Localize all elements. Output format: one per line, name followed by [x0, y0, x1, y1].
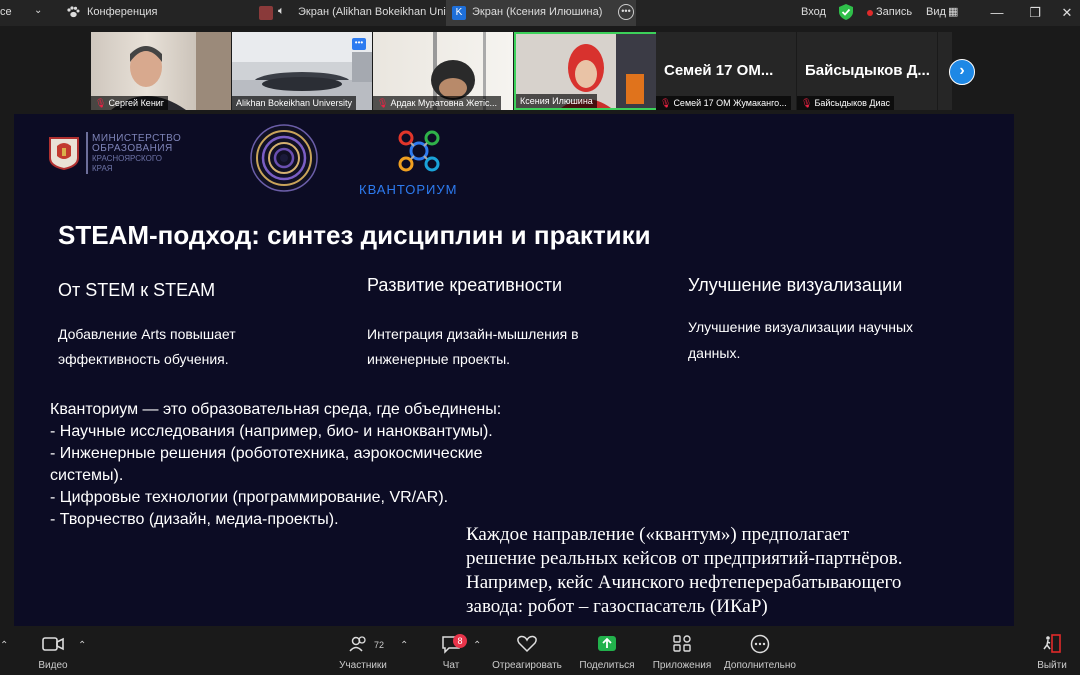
participant-tile[interactable]: Байсыдыков Д... 🎙︎ Байсыдыков Диас — [797, 32, 937, 110]
paw-icon — [66, 5, 80, 19]
share-screen-button[interactable]: Поделиться — [576, 628, 638, 675]
spiral-logo-icon — [250, 124, 318, 192]
share-arrow-icon — [576, 634, 638, 660]
logo-divider — [86, 132, 88, 174]
participants-count: 72 — [374, 640, 385, 650]
participant-name: 🎙︎ Семей 17 ОМ Жумаканго... — [656, 96, 791, 110]
close-button[interactable]: ✕ — [1052, 3, 1080, 23]
shared-slide: МИНИСТЕРСТВО ОБРАЗОВАНИЯ КРАСНОЯРСКОГО К… — [14, 114, 1014, 626]
record-dot-icon — [867, 10, 873, 16]
video-camera-icon — [30, 634, 76, 660]
view-button[interactable]: Вид — [926, 6, 946, 18]
tab-screen-kseniya[interactable]: K Экран (Ксения Илюшина) ••• — [446, 0, 636, 26]
participant-gallery: 🎙︎ Сергей Кениг ••• Alikhan Bokeikhan Uni… — [0, 26, 1080, 114]
participant-name: Ксения Илюшина — [516, 94, 597, 108]
chevron-up-icon[interactable]: ⌃ — [0, 640, 8, 651]
participant-tile[interactable]: 🎙︎ Ардак Муратовна Жетіс... — [373, 32, 513, 110]
participant-name: Alikhan Bokeikhan University — [232, 96, 357, 110]
participants-button[interactable]: Участники — [336, 628, 390, 675]
participant-name: 🎙︎ Байсыдыков Диас — [797, 96, 895, 110]
signin-link[interactable]: Вход — [801, 6, 826, 18]
exit-door-icon — [1034, 634, 1070, 660]
maximize-button[interactable]: ❐ — [1020, 3, 1050, 23]
title-bar: ce ⌄ Конференция 🔈︎ Экран (Alikhan Bokei… — [0, 0, 1080, 26]
app-letter-icon: K — [452, 6, 466, 20]
record-label[interactable]: Запись — [876, 6, 912, 18]
slide-title: STEAM-подход: синтез дисциплин и практик… — [58, 220, 651, 250]
meeting-label: Конференция — [87, 6, 158, 18]
participant-tile-active[interactable]: Ксения Илюшина — [514, 32, 658, 110]
participant-tile[interactable]: ••• Alikhan Bokeikhan University — [232, 32, 372, 110]
paragraph-line: завода: робот – газоспасатель (ИКаР) — [466, 596, 768, 617]
tab-label: Экран (Alikhan Bokeikhan Univer — [298, 6, 462, 18]
apps-icon — [650, 634, 714, 660]
next-page-arrow-icon[interactable]: › — [949, 59, 975, 85]
kvantorium-logo-text: КВАНТОРИУМ — [359, 182, 458, 197]
paragraph-line: Например, кейс Ачинского нефтеперерабаты… — [466, 572, 902, 593]
video-button[interactable]: Видео — [30, 628, 76, 675]
col1-heading: От STEM к STEAM — [58, 280, 216, 300]
participant-name: 🎙︎ Сергей Кениг — [91, 96, 169, 110]
participant-tile[interactable]: Семей 17 ОМ... 🎙︎ Семей 17 ОМ Жумаканго..… — [656, 32, 796, 110]
list-item: Кванториум — это образовательная среда, … — [50, 401, 502, 418]
list-item: - Инженерные решения (робототехника, аэр… — [50, 445, 483, 462]
paragraph-line: решение реальных кейсов от предприятий-п… — [466, 548, 903, 569]
heart-icon — [490, 634, 564, 660]
list-item: - Научные исследования (например, био- и… — [50, 423, 493, 440]
chat-unread-badge: 8 — [453, 634, 467, 648]
more-dots-icon — [722, 634, 798, 660]
participants-options-chevron-icon[interactable]: ⌃ — [400, 640, 408, 651]
list-item: системы). — [50, 467, 124, 484]
apps-button[interactable]: Приложения — [650, 628, 714, 675]
video-options-chevron-icon[interactable]: ⌃ — [78, 640, 86, 651]
options-icon[interactable]: ••• — [352, 38, 366, 50]
participant-big-name: Байсыдыков Д... — [805, 62, 930, 79]
col2-text-1: Интеграция дизайн-мышления в — [367, 326, 579, 342]
meeting-toolbar: ⌃ Видео ⌃ Участники 72 ⌃ Чат 8 ⌃ Отреаги… — [0, 628, 1080, 675]
col2-heading: Развитие креативности — [367, 275, 563, 295]
col1-text-1: Добавление Arts повышает — [58, 326, 236, 342]
list-item: - Творчество (дизайн, медиа-проекты). — [50, 511, 339, 528]
col3-heading: Улучшение визуализации — [688, 275, 903, 295]
more-button[interactable]: Дополнительно — [722, 628, 798, 675]
more-icon[interactable]: ••• — [618, 4, 634, 20]
title-fragment: ce — [0, 6, 12, 18]
case-paragraph: Каждое направление («квантум») предполаг… — [466, 523, 902, 619]
chat-options-chevron-icon[interactable]: ⌃ — [473, 640, 481, 651]
tab-screen-alikhan[interactable]: 🔈︎ Экран (Alikhan Bokeikhan Univer — [252, 0, 461, 26]
participant-name: 🎙︎ Ардак Муратовна Жетіс... — [373, 96, 502, 110]
react-button[interactable]: Отреагировать — [490, 628, 564, 675]
tab-label: Экран (Ксения Илюшина) — [472, 6, 603, 18]
app-icon — [259, 6, 273, 20]
ministry-logo-text: МИНИСТЕРСТВО ОБРАЗОВАНИЯ КРАСНОЯРСКОГО К… — [92, 133, 182, 174]
grid-icon[interactable]: ▦ — [948, 5, 958, 18]
paragraph-line: Каждое направление («квантум») предполаг… — [466, 524, 850, 545]
participant-tile[interactable]: 🎙︎ Сергей Кениг — [91, 32, 231, 110]
kvantorium-list: Кванториум — это образовательная среда, … — [50, 399, 501, 531]
list-item: - Цифровые технологии (программирование,… — [50, 489, 449, 506]
shield-check-icon[interactable] — [839, 4, 853, 23]
col3-text-1: Улучшение визуализации научных — [688, 319, 914, 335]
speaker-icon: 🔈︎ — [278, 5, 285, 17]
col2-text-2: инженерные проекты. — [367, 351, 511, 367]
col1-text-2: эффективность обучения. — [58, 351, 229, 367]
minimize-button[interactable]: — — [982, 3, 1012, 23]
participant-big-name: Семей 17 ОМ... — [664, 62, 774, 79]
kvantorium-logo-icon — [394, 126, 444, 176]
leave-button[interactable]: Выйти — [1034, 628, 1070, 675]
col3-text-2: данных. — [688, 345, 741, 361]
chevron-down-icon[interactable]: ⌄ — [34, 5, 42, 16]
krasnoyarsk-emblem-icon — [48, 136, 80, 171]
